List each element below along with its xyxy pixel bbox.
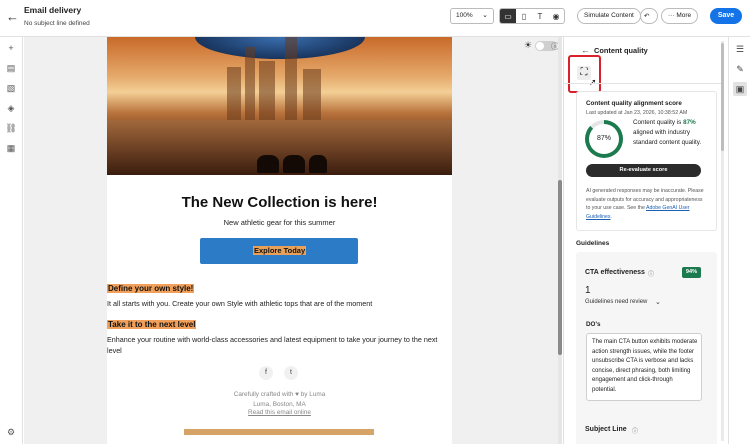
email-body: The New Collection is here! New athletic… bbox=[107, 37, 452, 444]
score-value: 87% bbox=[589, 124, 619, 154]
cta-score-badge: 94% bbox=[682, 267, 701, 278]
guidelines-heading: Guidelines bbox=[576, 240, 610, 247]
section-title-style[interactable]: Define your own style! bbox=[107, 284, 195, 293]
top-bar: ← Email delivery No subject line defined… bbox=[0, 0, 750, 37]
section-text-style[interactable]: It all starts with you. Create your own … bbox=[107, 298, 452, 309]
undo-redo-button[interactable]: ↶ bbox=[640, 8, 658, 24]
score-desc-suffix: aligned with industry standard content q… bbox=[633, 129, 702, 146]
link-icon[interactable]: ⛓ bbox=[5, 122, 17, 134]
mobile-view-icon[interactable]: ▯ bbox=[516, 9, 532, 23]
hero-shoe bbox=[195, 37, 365, 59]
score-desc-pct: 87% bbox=[683, 119, 696, 126]
section-title-next-level[interactable]: Take it to the next level bbox=[107, 320, 197, 329]
cta-label: Explore Today bbox=[253, 246, 307, 255]
dos-box: The main CTA button exhibits moderate ac… bbox=[586, 333, 702, 401]
email-subheadline[interactable]: New athletic gear for this summer bbox=[107, 218, 452, 227]
hero-figure bbox=[283, 155, 305, 173]
panel-scroll-thumb[interactable] bbox=[721, 43, 724, 151]
content-quality-icon[interactable]: ▣ bbox=[733, 82, 747, 96]
back-arrow-icon[interactable]: ← bbox=[581, 45, 590, 55]
email-canvas: The New Collection is here! New athletic… bbox=[24, 37, 562, 444]
toggle-knob bbox=[536, 42, 544, 50]
section-text-next-level[interactable]: Enhance your routine with world-class ac… bbox=[107, 334, 452, 356]
personalization-icon[interactable]: ✎ bbox=[733, 62, 747, 76]
guidelines-review-toggle[interactable]: Guidelines need review bbox=[585, 299, 647, 305]
last-updated: Last updated at Jan 23, 2026, 10:38:52 A… bbox=[586, 110, 688, 116]
back-arrow-icon[interactable]: ← bbox=[6, 10, 20, 24]
panel-title: Content quality bbox=[594, 46, 648, 55]
hero-road bbox=[107, 120, 452, 175]
twitter-icon[interactable]: t bbox=[284, 366, 298, 380]
zoom-value: 100% bbox=[456, 12, 473, 19]
zoom-select[interactable]: 100% ⌄ bbox=[450, 8, 494, 24]
score-card-title: Content quality alignment score bbox=[586, 100, 682, 107]
light-mode-icon: ☀ bbox=[524, 40, 533, 50]
score-ring: 87% bbox=[585, 120, 623, 158]
hero-figure bbox=[309, 155, 327, 173]
chevron-down-icon[interactable]: ⌄ bbox=[655, 298, 661, 306]
structure-icon[interactable]: ▤ bbox=[5, 62, 17, 74]
footer-image-strip bbox=[184, 429, 374, 435]
footer-crafted: Carefully crafted with ♥ by Luma bbox=[233, 391, 326, 398]
layers-icon[interactable]: ◈ bbox=[5, 102, 17, 114]
hero-figure bbox=[257, 155, 279, 173]
email-headline[interactable]: The New Collection is here! bbox=[107, 194, 452, 211]
divider bbox=[564, 83, 721, 84]
hero-building bbox=[227, 67, 241, 127]
chevron-down-icon: ⌄ bbox=[482, 12, 488, 19]
preview-eye-icon[interactable]: ◉ bbox=[548, 9, 564, 23]
save-button[interactable]: Save bbox=[710, 8, 742, 24]
more-label: More bbox=[676, 12, 692, 19]
cta-effectiveness-title: CTA effectiveness bbox=[585, 269, 645, 276]
assets-icon[interactable]: ▧ bbox=[5, 82, 17, 94]
re-evaluate-button[interactable]: Re-evaluate score bbox=[586, 164, 701, 177]
desktop-view-icon[interactable]: ▭ bbox=[500, 9, 516, 23]
footer-address: Luma, Boston, MA bbox=[253, 401, 306, 408]
ai-disclaimer: AI generated responses may be inaccurate… bbox=[586, 187, 704, 221]
hero-building bbox=[285, 37, 297, 127]
preview-mode-group: ▭ ▯ T ◉ bbox=[499, 8, 565, 24]
guidelines-count: 1 bbox=[585, 285, 591, 296]
properties-sliders-icon[interactable]: ☰ bbox=[733, 42, 747, 56]
hero-building bbox=[303, 69, 321, 127]
score-desc-prefix: Content quality is bbox=[633, 119, 684, 126]
info-icon[interactable]: ⓘ bbox=[648, 269, 654, 278]
explore-cta-button[interactable]: Explore Today bbox=[200, 238, 358, 264]
subject-line-title: Subject Line bbox=[585, 426, 627, 433]
hero-building bbox=[245, 47, 255, 127]
footer-online-link[interactable]: Read this email online bbox=[107, 409, 452, 416]
content-quality-panel: ← Content quality ⛶ ➚ Content quality al… bbox=[563, 37, 728, 444]
more-icon: ··· bbox=[668, 12, 675, 19]
settings-bottom-icon[interactable]: ⚙ bbox=[5, 426, 17, 438]
add-icon[interactable]: + bbox=[5, 42, 17, 54]
subject-line-status: No subject line defined bbox=[24, 20, 90, 27]
dos-text: The main CTA button exhibits moderate ac… bbox=[592, 339, 698, 393]
facebook-icon[interactable]: f bbox=[259, 366, 273, 380]
page-title: Email delivery bbox=[24, 5, 82, 15]
canvas-scroll-thumb[interactable] bbox=[558, 180, 562, 355]
fragments-icon[interactable]: ▦ bbox=[5, 142, 17, 154]
disclaimer-end: . bbox=[610, 213, 612, 220]
info-icon[interactable]: ⓘ bbox=[632, 426, 638, 435]
score-description: Content quality is 87% aligned with indu… bbox=[633, 118, 703, 148]
text-view-icon[interactable]: T bbox=[532, 9, 548, 23]
simulate-content-button[interactable]: Simulate Content bbox=[577, 8, 641, 24]
right-toolbar: ☰ ✎ ▣ bbox=[728, 37, 750, 444]
hero-building bbox=[259, 61, 275, 127]
hero-image[interactable] bbox=[107, 37, 452, 175]
left-toolbar: + ▤ ▧ ◈ ⛓ ▦ ⚙ bbox=[0, 37, 23, 444]
dos-label: DO's bbox=[586, 321, 601, 328]
undo-icon: ↶ bbox=[644, 13, 650, 20]
more-button[interactable]: ··· More bbox=[661, 8, 699, 24]
